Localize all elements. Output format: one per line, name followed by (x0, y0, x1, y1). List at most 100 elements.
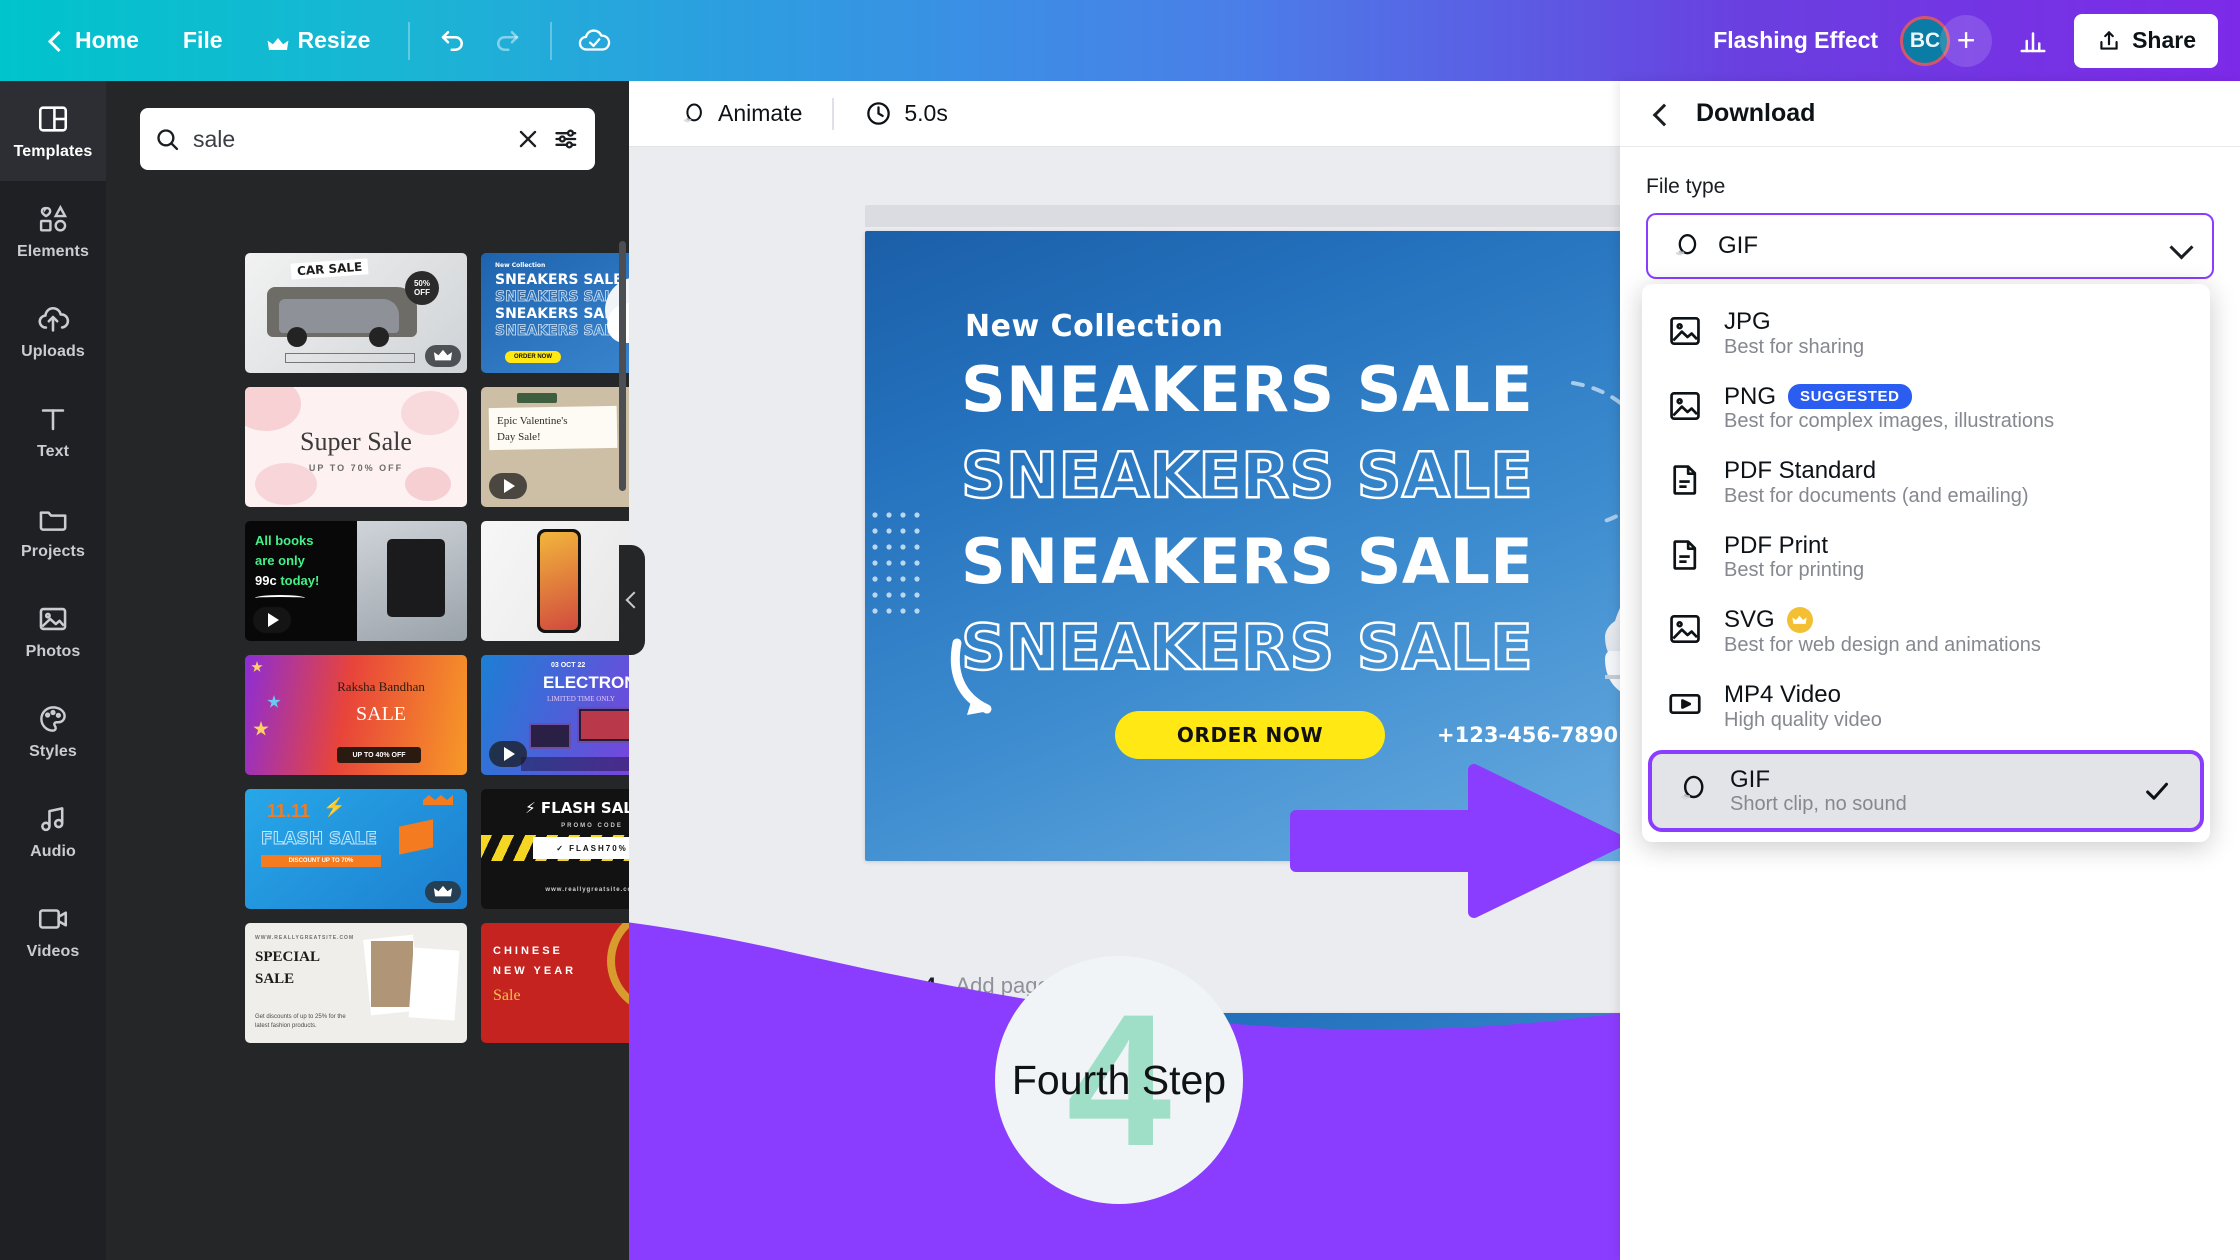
template-thumbnail[interactable]: All books are only 99c today! (245, 521, 467, 641)
template-thumbnail[interactable]: Raksha Bandhan SALE UP TO 40% OFF (245, 655, 467, 775)
file-type-value: GIF (1718, 232, 1758, 259)
template-thumbnail[interactable]: WWW.REALLYGREATSITE.COM SPECIAL SALE Get… (245, 923, 467, 1043)
image-icon (1666, 610, 1704, 648)
template-thumbnail[interactable]: Super Sale UP TO 70% OFF (245, 387, 467, 507)
option-label: PNG SUGGESTED (1724, 383, 2186, 411)
option-label: GIF (1730, 765, 1770, 793)
file-label: File (182, 27, 223, 53)
add-collaborator-button[interactable]: + (1940, 14, 1993, 67)
option-label: JPG (1724, 308, 1771, 335)
undo-button[interactable] (426, 14, 480, 68)
redo-button[interactable] (480, 14, 534, 68)
option-description: High quality video (1724, 708, 1882, 731)
sidebar-item-label: Templates (13, 142, 93, 160)
top-bar-left-group: Home File Resize (0, 14, 622, 68)
share-label: Share (2132, 27, 2196, 53)
pro-crown-icon (1786, 607, 1813, 634)
file-type-option-mp4-video[interactable]: MP4 Video High quality video (1642, 669, 2210, 744)
duration-button[interactable]: 5.0s (848, 91, 963, 136)
text-icon (41, 408, 65, 430)
sidebar-item-label: Uploads (21, 342, 85, 360)
animate-button[interactable]: Animate (661, 91, 818, 137)
crown-icon (267, 32, 289, 50)
home-button[interactable]: Home (22, 17, 161, 64)
search-bar (140, 108, 595, 170)
option-description: Best for sharing (1724, 335, 1865, 358)
chevron-down-icon (2170, 235, 2192, 257)
template-thumbnail[interactable]: CAR SALE 50% OFF (245, 253, 467, 373)
panel-scrollbar[interactable] (619, 241, 626, 491)
sidebar-item-label: Elements (17, 242, 89, 260)
option-label: SVG (1724, 606, 2186, 634)
document-icon (1666, 536, 1704, 574)
search-input[interactable] (193, 125, 503, 153)
file-type-option-pdf-print[interactable]: PDF Print Best for printing (1642, 520, 2210, 595)
file-type-option-gif[interactable]: GIF Short clip, no sound (1648, 749, 2204, 833)
file-type-dropdown-menu: JPG Best for sharing PNG SUGGESTED Best for … (1642, 284, 2210, 843)
download-panel-body: File type GIF (1620, 147, 2240, 279)
file-type-select[interactable]: GIF (1646, 213, 2214, 279)
file-type-option-png[interactable]: PNG SUGGESTED Best for complex images, ill… (1642, 371, 2210, 446)
option-label: PDF Print (1724, 531, 1829, 559)
file-type-option-jpg[interactable]: JPG Best for sharing (1642, 296, 2210, 371)
sidebar-item-projects[interactable]: Projects (0, 481, 106, 581)
option-label: MP4 Video (1724, 680, 1841, 708)
sidebar-item-text[interactable]: Text (0, 381, 106, 481)
sidebar-item-photos[interactable]: Photos (0, 581, 106, 681)
insights-button[interactable] (2006, 14, 2060, 68)
sidebar-item-label: Audio (30, 842, 76, 860)
file-type-label: File type (1646, 175, 1726, 198)
play-icon (489, 741, 527, 767)
sidebar-item-templates[interactable]: Templates (0, 81, 106, 181)
animate-icon (683, 102, 702, 122)
palette-icon (40, 705, 66, 732)
premium-crown-icon (425, 345, 461, 367)
sidebar-item-elements[interactable]: Elements (0, 181, 106, 281)
template-thumbnail[interactable]: ⚡ FLASH SALE ⚡ PROMO CODE ✓ FLASH70% www… (481, 789, 629, 909)
elements-icon (39, 204, 68, 232)
design-headline-1: SNEAKERS SALE (961, 353, 1534, 426)
music-note-icon (41, 806, 64, 831)
canva-editor-window: Home File Resize Flashing Effect BC + Sh… (0, 0, 2240, 1260)
divider (832, 97, 835, 130)
template-thumbnail[interactable]: New Collection SNEAKERS SALE SNEAKERS SA… (481, 253, 629, 373)
collapse-panel-handle[interactable] (619, 545, 645, 655)
design-cta-button[interactable]: ORDER NOW (1115, 711, 1385, 759)
option-description: Short clip, no sound (1730, 793, 1907, 816)
file-type-option-svg[interactable]: SVG Best for web design and animations (1642, 594, 2210, 669)
template-thumbnail[interactable]: CHINESE NEW YEAR Sale (481, 923, 629, 1043)
sidebar-item-label: Styles (29, 742, 77, 760)
animate-label: Animate (718, 100, 803, 126)
sidebar-item-videos[interactable]: Videos (0, 881, 106, 981)
step-label: Fourth Step (1011, 1056, 1227, 1103)
gif-icon (1675, 234, 1697, 256)
sidebar-item-uploads[interactable]: Uploads (0, 281, 106, 381)
undo-icon (442, 30, 464, 51)
check-icon (2146, 782, 2169, 800)
template-thumbnail[interactable]: 11.11 ⚡ FLASH SALE DISCOUNT UP TO 70% (245, 789, 467, 909)
uploads-icon (38, 306, 70, 332)
sidebar-item-styles[interactable]: Styles (0, 681, 106, 781)
share-button[interactable]: Share (2074, 13, 2218, 68)
resize-button[interactable]: Resize (245, 17, 393, 64)
saved-status-button[interactable] (568, 14, 622, 68)
curved-arrow-decoration (950, 638, 992, 715)
template-thumbnail[interactable]: New Product AVAILABLE ONwww.reallygreats… (481, 521, 629, 641)
back-button[interactable] (1646, 99, 1676, 129)
template-thumbnail[interactable]: Epic Valentine's Day Sale! (481, 387, 629, 507)
cloud-check-icon (579, 28, 611, 51)
sidebar-item-audio[interactable]: Audio (0, 781, 106, 881)
option-description: Best for printing (1724, 559, 1865, 582)
bar-chart-icon (2020, 31, 2046, 52)
template-thumbnail[interactable]: 03 OCT 22 ELECTRONIC LIMITED TIME ONLY (481, 655, 629, 775)
redo-icon (497, 30, 519, 51)
file-type-option-pdf-standard[interactable]: PDF Standard Best for documents (and emai… (1642, 445, 2210, 520)
file-menu-button[interactable]: File (161, 17, 245, 64)
document-title[interactable]: Flashing Effect (1713, 27, 1878, 54)
divider (550, 21, 553, 60)
search-box[interactable] (140, 108, 595, 170)
top-bar: Home File Resize Flashing Effect BC + Sh… (0, 0, 2240, 81)
document-icon (1666, 461, 1704, 499)
option-label: PDF Standard (1724, 457, 1877, 485)
resize-label: Resize (297, 27, 371, 53)
